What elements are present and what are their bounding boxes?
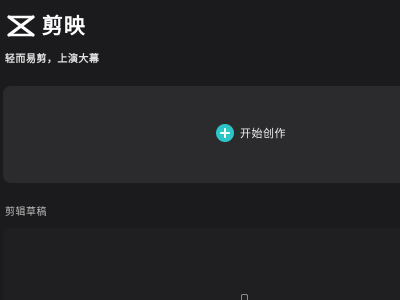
drafts-list xyxy=(3,228,400,300)
draft-item-handle[interactable] xyxy=(241,294,248,300)
drafts-section-title: 剪辑草稿 xyxy=(5,207,47,218)
plus-circle-icon xyxy=(216,124,234,142)
start-creation-card[interactable] xyxy=(3,86,400,183)
app-header: 剪映 轻而易剪，上演大幕 xyxy=(0,0,400,80)
app-logo: 剪映 xyxy=(6,12,86,40)
start-creation-button[interactable]: 开始创作 xyxy=(216,124,286,142)
app-tagline: 轻而易剪，上演大幕 xyxy=(5,54,100,65)
capcut-logo-icon xyxy=(6,12,36,40)
app-name: 剪映 xyxy=(42,14,86,38)
start-creation-label: 开始创作 xyxy=(240,127,286,140)
